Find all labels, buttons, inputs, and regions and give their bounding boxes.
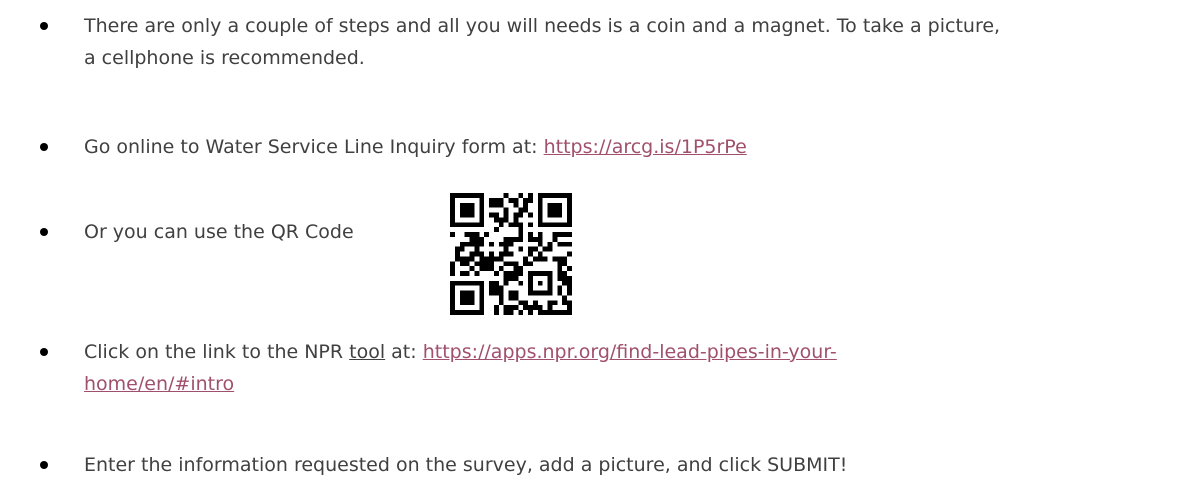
steps-text-line2: a cellphone is recommended. bbox=[84, 47, 365, 69]
online-form-prefix: Go online to Water Service Line Inquiry … bbox=[84, 136, 544, 158]
bullet-icon bbox=[40, 143, 48, 151]
bullet-icon bbox=[40, 461, 48, 469]
npr-link-part2[interactable]: home/en/#intro bbox=[84, 373, 234, 395]
bullet-icon bbox=[40, 22, 48, 30]
bullet-icon bbox=[40, 348, 48, 356]
online-form-text: Go online to Water Service Line Inquiry … bbox=[84, 131, 747, 163]
npr-tool-line1: Click on the link to the NPR tool at: ht… bbox=[84, 336, 837, 368]
submit-text: Enter the information requested on the s… bbox=[84, 454, 848, 476]
npr-middle: at: bbox=[385, 341, 423, 363]
npr-tool-underlined: tool bbox=[349, 341, 386, 363]
qr-code-image[interactable] bbox=[450, 193, 572, 315]
npr-link-part1[interactable]: https://apps.npr.org/find-lead-pipes-in-… bbox=[423, 341, 837, 363]
npr-tool-text: Click on the link to the NPR tool at: ht… bbox=[84, 336, 837, 400]
qr-code-text: Or you can use the QR Code bbox=[84, 221, 354, 243]
inquiry-form-link[interactable]: https://arcg.is/1P5rPe bbox=[544, 136, 747, 158]
steps-text-line1: There are only a couple of steps and all… bbox=[84, 15, 1001, 37]
npr-tool-line2: home/en/#intro bbox=[84, 368, 837, 400]
steps-text: There are only a couple of steps and all… bbox=[84, 10, 1000, 74]
npr-prefix: Click on the link to the NPR bbox=[84, 341, 350, 363]
bullet-icon bbox=[40, 228, 48, 236]
